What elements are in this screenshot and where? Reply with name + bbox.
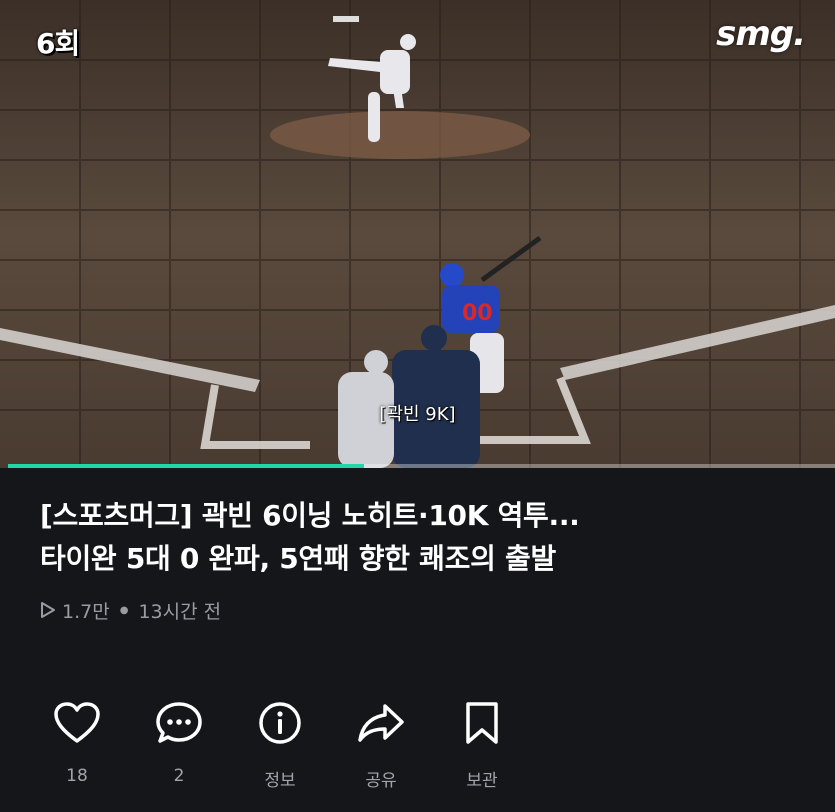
share-button[interactable]: 공유: [341, 700, 421, 791]
separator-dot: ●: [119, 604, 129, 616]
info-button[interactable]: 정보: [240, 700, 320, 791]
share-icon: [358, 704, 404, 742]
play-icon: [41, 602, 55, 618]
action-bar: 18 2 정보 공유 보관: [0, 700, 835, 800]
comment-button[interactable]: 2: [139, 700, 219, 786]
comment-count: 2: [173, 766, 185, 786]
like-button[interactable]: 18: [37, 700, 117, 786]
video-title-line: 타이완 5대 0 완파, 5연패 향한 쾌조의 출발: [40, 542, 556, 575]
save-button[interactable]: 보관: [442, 700, 522, 791]
bookmark-icon: [466, 702, 498, 744]
inning-badge: 6회: [36, 27, 80, 60]
like-count: 18: [66, 766, 88, 786]
video-title-line: [스포츠머그] 곽빈 6이닝 노히트·10K 역투...: [40, 499, 580, 532]
heart-icon: [54, 702, 100, 743]
video-title: [스포츠머그] 곽빈 6이닝 노히트·10K 역투... 타이완 5대 0 완파…: [40, 494, 795, 580]
view-count: 1.7만: [62, 600, 110, 623]
video-meta: 1.7만 ● 13시간 전: [40, 598, 835, 623]
video-progress-bar[interactable]: [8, 464, 835, 468]
brand-logo: smg.: [716, 14, 806, 54]
upload-time: 13시간 전: [138, 600, 222, 623]
video-caption: [곽빈 9K]: [379, 404, 456, 425]
svg-text:00: 00: [462, 301, 493, 326]
video-progress-fill: [8, 464, 364, 468]
info-label: 정보: [264, 771, 296, 791]
save-label: 보관: [466, 771, 498, 791]
info-icon: [259, 702, 301, 744]
comment-icon: [156, 702, 202, 743]
video-player[interactable]: 00 6회 smg. [곽빈 9K]: [0, 0, 835, 468]
video-frame: 00: [0, 0, 835, 468]
share-label: 공유: [365, 771, 397, 791]
